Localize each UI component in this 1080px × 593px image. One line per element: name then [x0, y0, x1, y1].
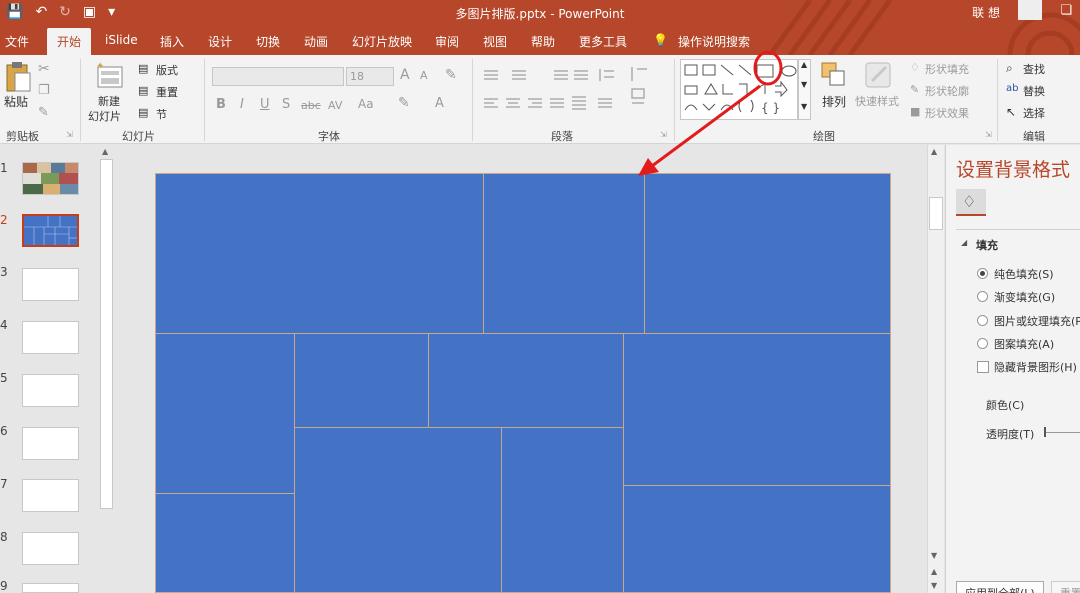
solid-fill-label[interactable]: 纯色填充(S) [994, 266, 1054, 282]
pattern-fill-radio[interactable] [977, 338, 988, 349]
hide-background-label[interactable]: 隐藏背景图形(H) [994, 359, 1077, 375]
next-slide-icon[interactable]: ▼ [931, 581, 937, 590]
format-background-pane: 设置背景格式 ♢ ◢ 填充 纯色填充(S) 渐变填充(G) 图片或纹理填充(P)… [945, 145, 1080, 593]
reset-background-label: 重置 [1060, 585, 1080, 593]
divider [956, 229, 1080, 230]
apply-to-all-button[interactable]: 应用到全部(L) [956, 581, 1044, 593]
highlight-circle [753, 50, 783, 86]
hide-background-checkbox[interactable] [977, 361, 989, 373]
arrow-head [638, 158, 659, 176]
previous-slide-icon[interactable]: ▲ [931, 567, 937, 576]
picture-fill-label[interactable]: 图片或纹理填充(P) [994, 313, 1080, 329]
fill-tab[interactable]: ♢ [956, 189, 986, 216]
reset-background-button[interactable]: 重置 [1051, 581, 1080, 593]
collapse-icon[interactable]: ◢ [961, 238, 967, 247]
chevron-up-icon[interactable]: ▲ [931, 147, 937, 156]
scroll-thumb[interactable] [929, 197, 943, 230]
pattern-fill-label[interactable]: 图案填充(A) [994, 336, 1054, 352]
solid-fill-radio[interactable] [977, 268, 988, 279]
gradient-fill-label[interactable]: 渐变填充(G) [994, 289, 1055, 305]
color-label: 颜色(C) [986, 399, 1025, 412]
transparency-label: 透明度(T) [986, 428, 1035, 441]
annotation-arrow [651, 84, 761, 168]
transparency-slider-track[interactable] [1046, 432, 1080, 433]
fill-bucket-icon: ♢ [962, 192, 977, 211]
chevron-down-icon[interactable]: ▼ [931, 551, 937, 560]
slide-scrollbar[interactable]: ▲ ▼ ▲ ▼ [927, 145, 944, 593]
pane-title: 设置背景格式 [956, 159, 1071, 181]
gradient-fill-radio[interactable] [977, 291, 988, 302]
annotation-overlay [638, 50, 783, 176]
fill-section-header[interactable]: 填充 [976, 237, 998, 253]
picture-fill-radio[interactable] [977, 315, 988, 326]
apply-to-all-label: 应用到全部(L) [965, 585, 1035, 593]
